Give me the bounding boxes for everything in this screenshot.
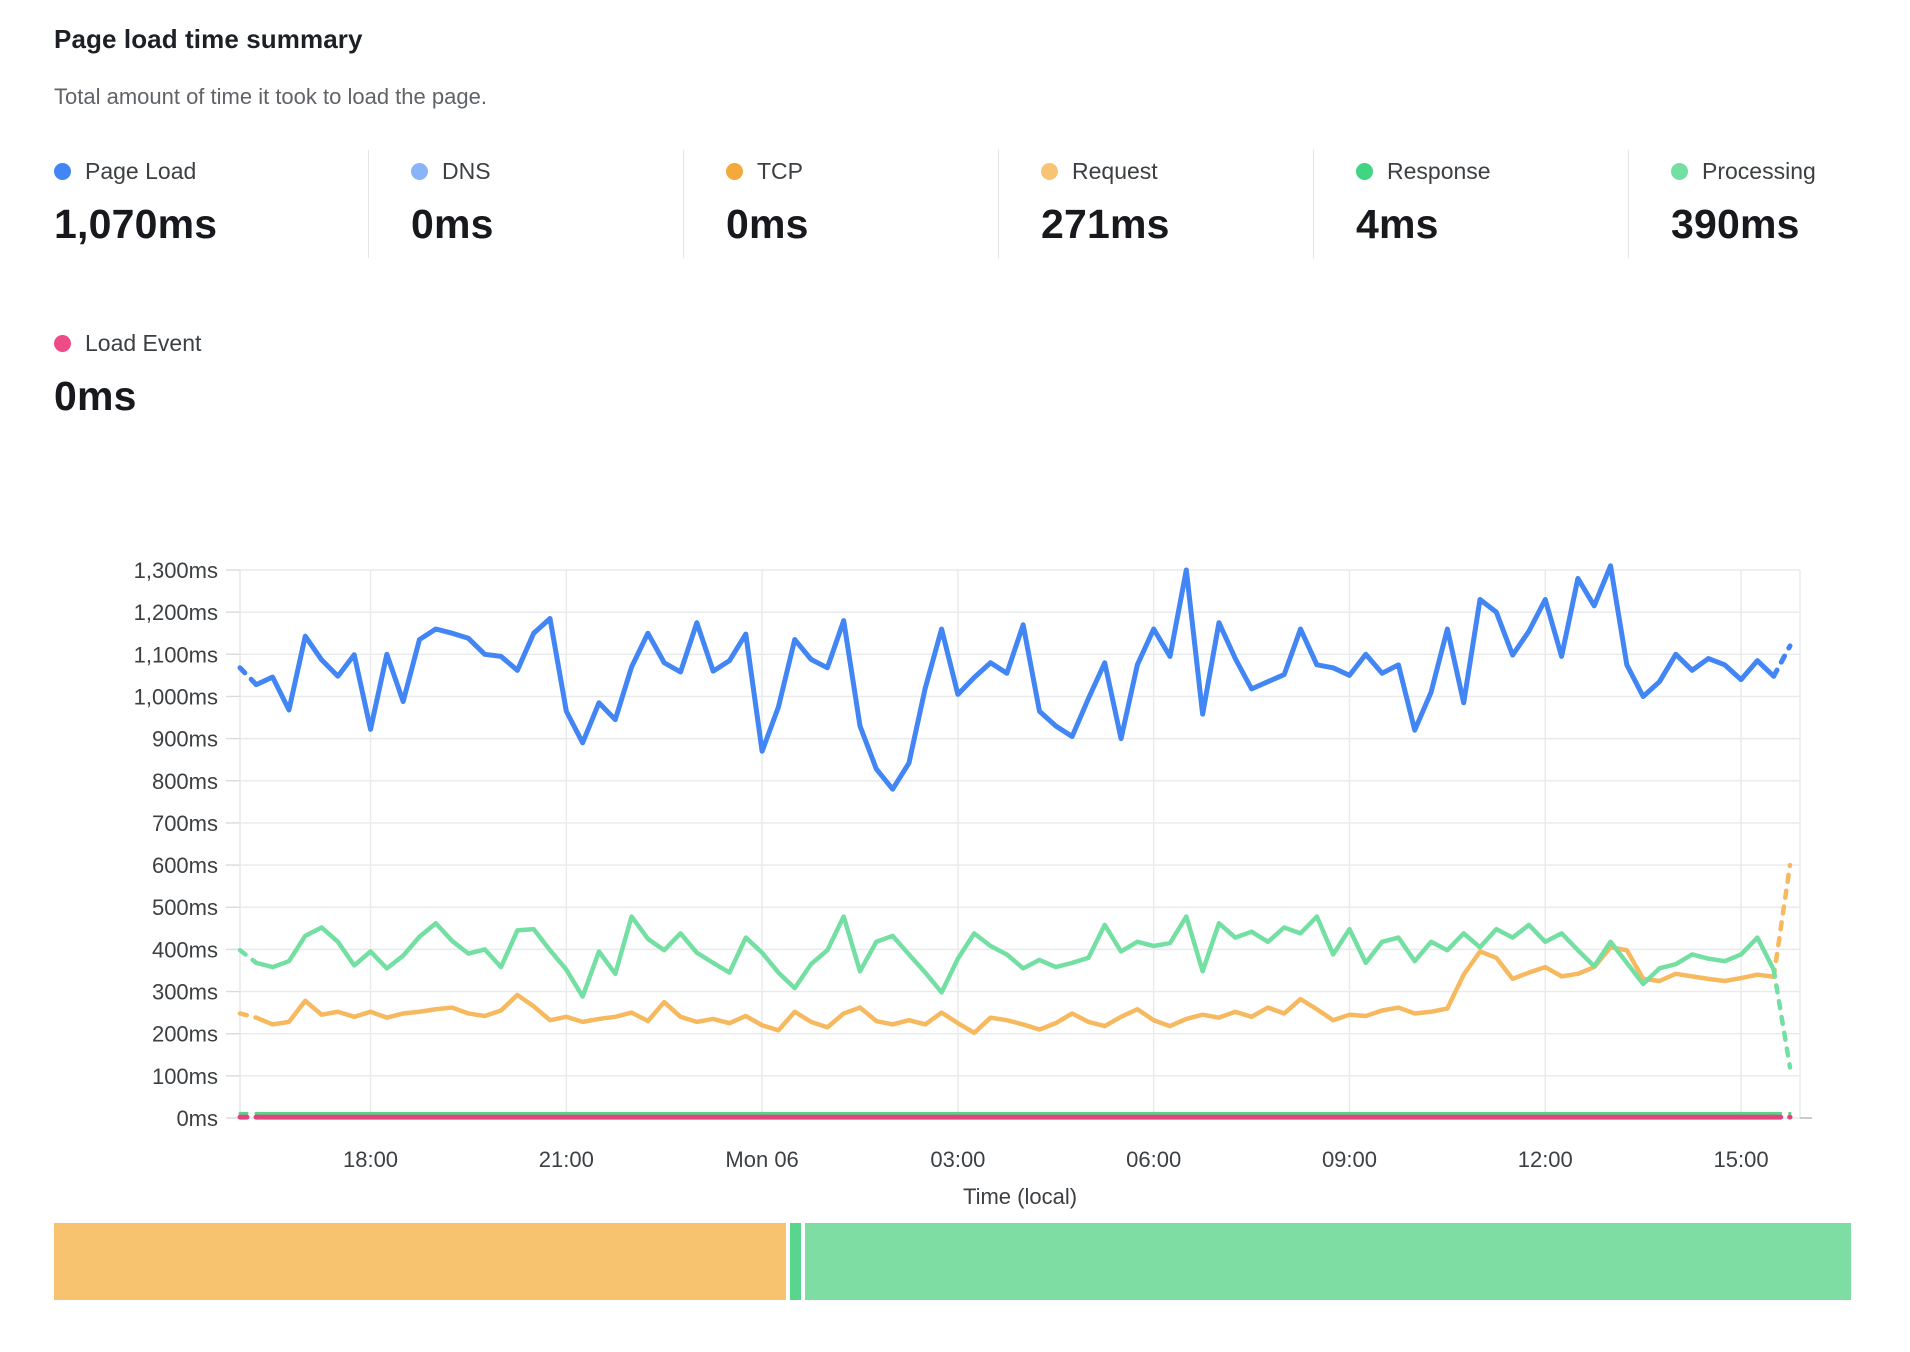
y-tick-label: 800ms [152,769,218,794]
page-title: Page load time summary [54,24,363,55]
x-tick-label: 18:00 [343,1147,398,1172]
tcp-legend-dot-icon [726,163,743,180]
status-strip [54,1223,1857,1300]
metric-label: TCP [757,158,803,185]
x-tick-label: 06:00 [1126,1147,1181,1172]
x-tick-label: 15:00 [1714,1147,1769,1172]
page-subtitle: Total amount of time it took to load the… [54,84,487,110]
metric-label: Request [1072,158,1158,185]
y-tick-label: 1,000ms [134,684,218,709]
metric-label: Processing [1702,158,1816,185]
request-legend-dot-icon [1041,163,1058,180]
metric-tcp[interactable]: TCP 0ms [683,150,998,258]
metric-label: Page Load [85,158,196,185]
metric-label: DNS [442,158,491,185]
status-segment-passing[interactable] [805,1223,1851,1300]
y-tick-label: 1,200ms [134,600,218,625]
metric-label: Load Event [85,330,201,357]
metric-label: Response [1387,158,1491,185]
metric-value: 0ms [411,201,683,248]
status-segment-passing[interactable] [790,1223,801,1300]
y-tick-label: 300ms [152,980,218,1005]
metric-value: 271ms [1041,201,1313,248]
load-event-legend-dot-icon [54,335,71,352]
status-segment-degraded[interactable] [54,1223,786,1300]
timeseries-chart[interactable]: 0ms 100ms 200ms 300ms 400ms 500ms 600ms 700ms 80… [0,540,1910,1220]
series-dash-head [240,668,256,685]
metric-value: 390ms [1671,201,1910,248]
y-tick-label: 0ms [176,1106,218,1131]
metric-page-load[interactable]: Page Load 1,070ms [54,150,368,258]
series-dash-tail [1774,970,1790,1068]
page-load-summary-panel: Page load time summary Total amount of t… [0,0,1910,1352]
metric-summary-row-2: Load Event 0ms [54,322,368,430]
metric-processing[interactable]: Processing 390ms [1628,150,1910,258]
y-tick-label: 1,300ms [134,558,218,583]
metric-request[interactable]: Request 271ms [998,150,1313,258]
x-tick-label: 09:00 [1322,1147,1377,1172]
x-tick-label: 03:00 [930,1147,985,1172]
y-tick-label: 700ms [152,811,218,836]
x-tick-label: 21:00 [539,1147,594,1172]
y-tick-label: 400ms [152,937,218,962]
page-load-legend-dot-icon [54,163,71,180]
x-axis-title: Time (local) [963,1184,1077,1209]
metric-value: 4ms [1356,201,1628,248]
series-dash-head [240,1013,256,1017]
x-tick-label: 12:00 [1518,1147,1573,1172]
metric-summary-row: Page Load 1,070ms DNS 0ms TCP 0ms Reques… [54,150,1910,258]
y-tick-label: 200ms [152,1022,218,1047]
x-tick-label: Mon 06 [725,1147,798,1172]
series-dash-tail [1774,646,1790,676]
metric-value: 1,070ms [54,201,368,248]
y-tick-label: 1,100ms [134,642,218,667]
metric-response[interactable]: Response 4ms [1313,150,1628,258]
metric-value: 0ms [726,201,998,248]
y-tick-label: 500ms [152,895,218,920]
metric-value: 0ms [54,373,368,420]
y-tick-label: 100ms [152,1064,218,1089]
y-tick-label: 600ms [152,853,218,878]
dns-legend-dot-icon [411,163,428,180]
series-dash-head [240,950,256,963]
series-line-page-load [256,566,1773,789]
metric-load-event[interactable]: Load Event 0ms [54,322,368,430]
metric-dns[interactable]: DNS 0ms [368,150,683,258]
processing-legend-dot-icon [1671,163,1688,180]
response-legend-dot-icon [1356,163,1373,180]
series-line-processing [256,917,1773,997]
y-tick-label: 900ms [152,727,218,752]
series-dash-tail [1774,865,1790,977]
